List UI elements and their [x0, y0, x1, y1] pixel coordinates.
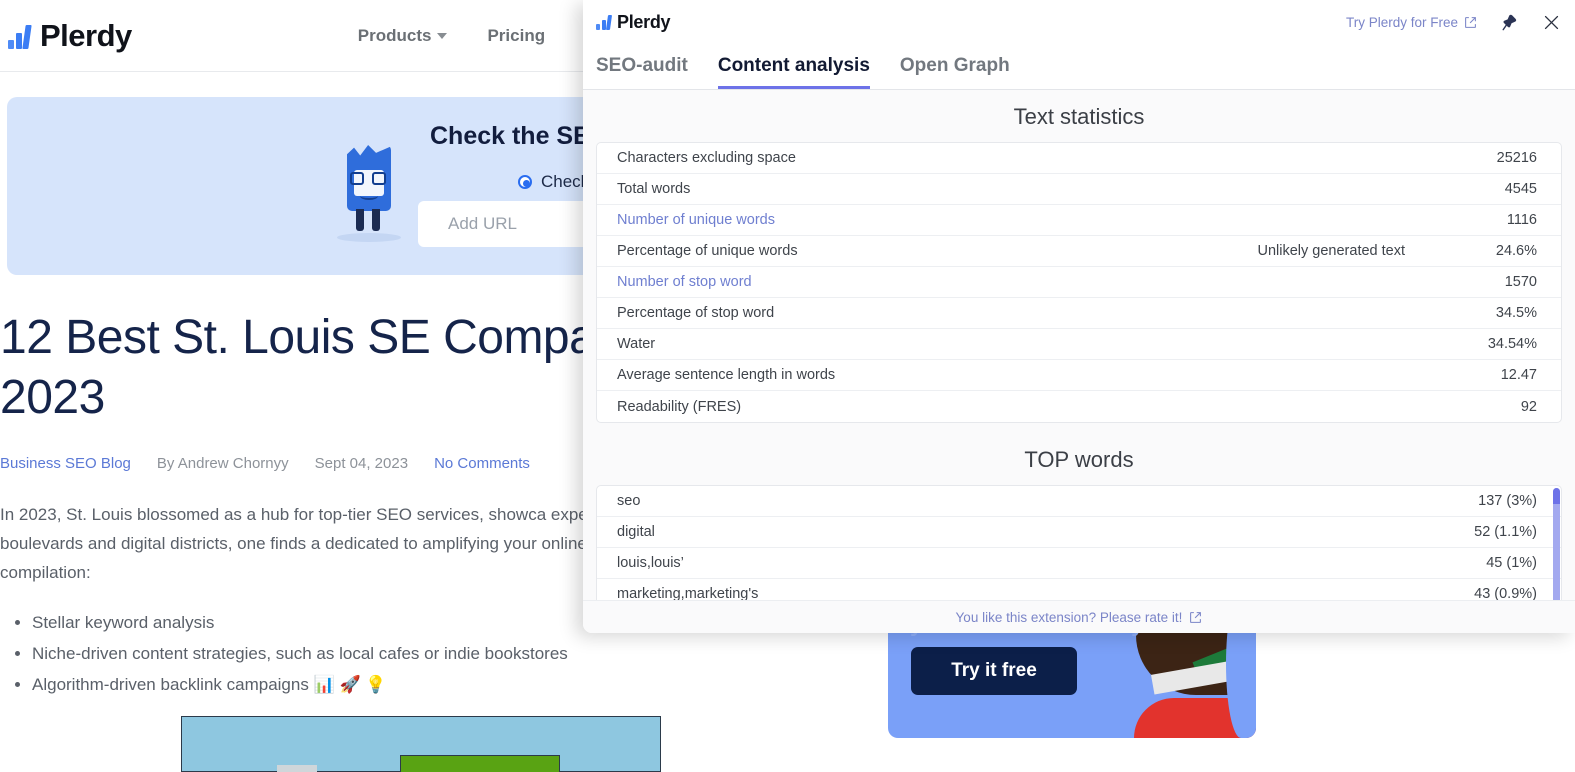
nav-item-pricing-label: Pricing: [487, 25, 546, 45]
article-meta: Business SEO Blog By Andrew Chornyy Sept…: [0, 455, 530, 472]
nav-item-pricing[interactable]: Pricing: [487, 26, 545, 46]
plerdy-bars-icon: [8, 23, 32, 49]
tab-seo-audit[interactable]: SEO-audit: [596, 55, 688, 89]
list-item: digital 52 (1.1%): [597, 517, 1561, 548]
stat-label: Water: [617, 336, 656, 352]
stat-label-stop-word-link[interactable]: Number of stop word: [617, 274, 752, 290]
stat-value: 24.6%: [1495, 243, 1537, 259]
rate-extension-link[interactable]: You like this extension? Please rate it!: [956, 610, 1203, 625]
screenshot-root: Plerdy Products Pricing U: [0, 0, 1575, 772]
ukraine-flag-icon: [142, 20, 168, 37]
external-link-icon: [1465, 17, 1476, 28]
list-item: seo 137 (3%): [597, 486, 1561, 517]
top-words-table: seo 137 (3%) digital 52 (1.1%) louis,lou…: [596, 485, 1562, 600]
plerdy-bars-icon: [596, 15, 613, 30]
tab-open-graph[interactable]: Open Graph: [900, 55, 1010, 89]
table-row: Number of stop word 1570: [597, 267, 1561, 298]
word-name: digital: [617, 524, 655, 540]
article-comments-link[interactable]: No Comments: [434, 455, 530, 472]
list-item: marketing,marketing's 43 (0.9%): [597, 579, 1561, 600]
stat-value: 92: [1520, 398, 1537, 415]
promo-title: Check the SE: [430, 122, 590, 150]
word-count: 137 (3%): [1478, 493, 1537, 509]
table-row: Number of unique words 1116: [597, 205, 1561, 236]
promo-radio-option[interactable]: Check: [518, 172, 589, 192]
top-words-title: TOP words: [1024, 447, 1134, 472]
list-item: Niche-driven content strategies, such as…: [32, 639, 780, 668]
stat-value: 12.47: [1500, 367, 1537, 383]
extension-content: Text statistics Characters excluding spa…: [583, 90, 1575, 600]
plerdy-mascot-icon: [337, 145, 401, 242]
table-row: Average sentence length in words 12.47: [597, 360, 1561, 391]
extension-brand-name: Plerdy: [617, 12, 671, 32]
radio-selected-icon[interactable]: [518, 175, 532, 189]
word-name: seo: [617, 493, 641, 509]
stat-value: 4545: [1504, 181, 1537, 197]
extension-header: Plerdy Try Plerdy for Free: [583, 0, 1575, 45]
word-count: 45 (1%): [1486, 555, 1537, 571]
stat-label-unique-words-link[interactable]: Number of unique words: [617, 212, 775, 228]
article-date: Sept 04, 2023: [314, 455, 409, 472]
plerdy-extension-panel: Plerdy Try Plerdy for Free SEO-audit Con…: [583, 0, 1575, 633]
stat-note: Unlikely generated text: [1257, 243, 1406, 259]
stat-value: 34.5%: [1495, 305, 1537, 321]
stat-value: 1116: [1506, 212, 1537, 228]
site-logo[interactable]: Plerdy: [8, 18, 168, 54]
extension-footer: You like this extension? Please rate it!: [583, 600, 1575, 633]
extension-logo: Plerdy: [596, 12, 671, 33]
stat-label: Readability (FRES): [617, 398, 742, 415]
promo-radio-label: Check: [541, 172, 590, 191]
nav-item-products-label: Products: [357, 25, 432, 45]
try-plerdy-for-free-link[interactable]: Try Plerdy for Free: [1346, 15, 1477, 30]
top-words-scrollbar[interactable]: [1553, 488, 1560, 600]
external-link-icon: [1190, 611, 1202, 623]
word-name: marketing,marketing's: [617, 586, 759, 600]
stat-label: Percentage of stop word: [617, 305, 775, 321]
table-row: Percentage of unique words Unlikely gene…: [597, 236, 1561, 267]
stat-label: Percentage of unique words: [617, 243, 798, 259]
try-plerdy-for-free-label: Try Plerdy for Free: [1345, 15, 1458, 30]
nav-item-products[interactable]: Products: [358, 26, 448, 46]
table-row: Percentage of stop word 34.5%: [597, 298, 1561, 329]
extension-header-actions: Try Plerdy for Free: [1346, 13, 1561, 33]
word-count: 43 (0.9%): [1474, 586, 1537, 600]
extension-tabs: SEO-audit Content analysis Open Graph: [583, 45, 1575, 90]
table-row: Water 34.54%: [597, 329, 1561, 360]
text-statistics-title: Text statistics: [1013, 104, 1145, 129]
stat-label: Average sentence length in words: [617, 367, 836, 383]
tab-content-analysis[interactable]: Content analysis: [717, 55, 870, 89]
rate-extension-label: You like this extension? Please rate it!: [955, 609, 1183, 625]
close-panel-button[interactable]: [1541, 13, 1561, 33]
chevron-down-icon: [437, 32, 448, 39]
try-it-free-button[interactable]: Try it free: [911, 647, 1077, 695]
article-author: By Andrew Chornyy: [156, 455, 289, 472]
stat-label: Characters excluding space: [617, 150, 796, 166]
site-navigation: Products Pricing U: [358, 26, 598, 46]
stat-value: 34.54%: [1487, 336, 1537, 352]
table-row: Readability (FRES) 92: [597, 391, 1561, 422]
pin-panel-button[interactable]: [1499, 13, 1519, 33]
pin-icon: [1502, 14, 1516, 31]
word-count: 52 (1.1%): [1474, 524, 1537, 540]
site-brand-name: Plerdy: [40, 17, 132, 53]
text-statistics-table: Characters excluding space 25216 Total w…: [596, 142, 1562, 423]
close-icon: [1544, 15, 1558, 30]
stat-label: Total words: [617, 181, 691, 197]
stat-value: 25216: [1496, 150, 1537, 166]
article-illustration: [181, 716, 661, 772]
table-row: Total words 4545: [597, 174, 1561, 205]
word-name: louis,louis’: [617, 555, 684, 571]
list-item: Algorithm-driven backlink campaigns 📊 🚀 …: [32, 670, 780, 699]
stat-value: 1570: [1504, 274, 1537, 290]
list-item: louis,louis’ 45 (1%): [597, 548, 1561, 579]
table-row: Characters excluding space 25216: [597, 143, 1561, 174]
article-category-link[interactable]: Business SEO Blog: [0, 455, 131, 472]
